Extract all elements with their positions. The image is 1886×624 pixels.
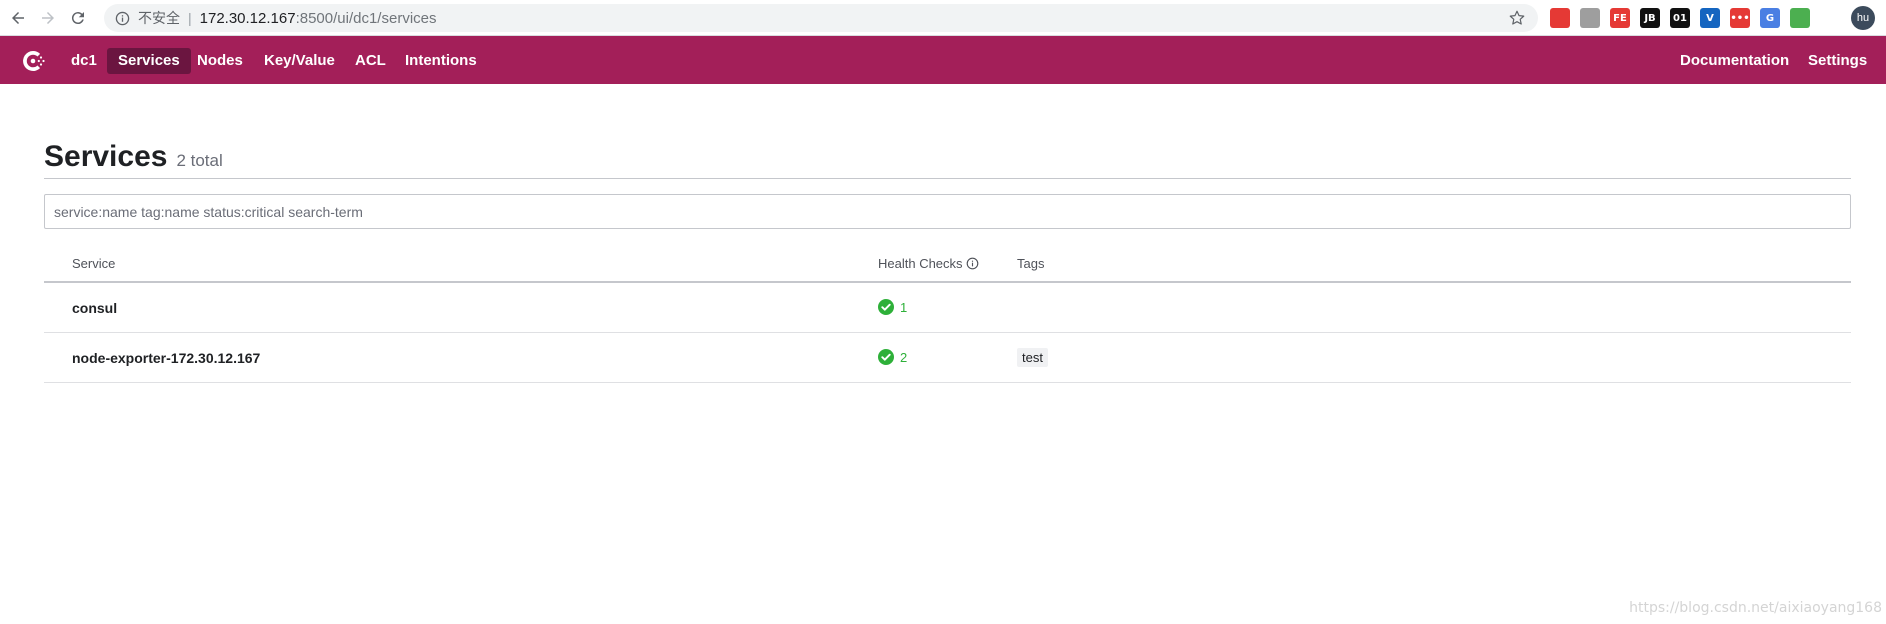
fe-helper-icon[interactable]: FE xyxy=(1610,8,1630,28)
reload-button[interactable] xyxy=(63,3,93,33)
column-header-service-label: Service xyxy=(72,256,116,271)
adblock-icon[interactable] xyxy=(1550,8,1570,28)
nav-acl[interactable]: ACL xyxy=(344,48,397,74)
column-header-tags: Tags xyxy=(1017,256,1044,271)
profile-avatar[interactable]: hu xyxy=(1851,6,1875,30)
consul-logo-icon[interactable] xyxy=(19,47,47,75)
title-divider xyxy=(44,178,1851,179)
arrow-left-icon xyxy=(12,11,24,24)
check-circle-icon xyxy=(878,299,894,315)
reload-icon xyxy=(71,11,84,24)
service-count: 2 total xyxy=(176,151,223,170)
health-check-passing: 1 xyxy=(878,299,907,315)
row-divider xyxy=(44,332,1851,333)
column-header-tags-label: Tags xyxy=(1017,256,1045,271)
column-header-service[interactable]: Service xyxy=(72,256,115,271)
consul-header: dc1 Services Nodes Key/Value ACL Intenti… xyxy=(0,36,1886,84)
home-extension-icon[interactable] xyxy=(1790,8,1810,28)
nav-intentions[interactable]: Intentions xyxy=(394,48,488,74)
info-icon[interactable] xyxy=(114,10,130,26)
health-check-count: 2 xyxy=(900,349,908,365)
forward-button[interactable] xyxy=(33,3,63,33)
bookmark-star-icon[interactable] xyxy=(1508,9,1526,27)
service-name-link[interactable]: consul xyxy=(72,300,117,316)
url-separator: | xyxy=(188,10,192,26)
translate-icon[interactable]: G xyxy=(1760,8,1780,28)
nav-nodes[interactable]: Nodes xyxy=(186,48,254,74)
arrow-right-icon xyxy=(42,11,54,24)
page-title: Services xyxy=(44,140,168,173)
nav-documentation[interactable]: Documentation xyxy=(1669,48,1800,74)
extensions-bar: FE JB 01 V ••• G xyxy=(1550,8,1810,28)
column-header-health[interactable]: Health Checks xyxy=(878,256,979,271)
service-name-link[interactable]: node-exporter-172.30.12.167 xyxy=(72,350,260,366)
nav-services[interactable]: Services xyxy=(107,48,191,74)
watermark: https://blog.csdn.net/aixiaoyang168 xyxy=(1629,600,1882,616)
nav-key-value[interactable]: Key/Value xyxy=(253,48,346,74)
search-input[interactable] xyxy=(44,194,1851,229)
table-header-divider xyxy=(44,281,1851,283)
back-button[interactable] xyxy=(3,3,33,33)
insecure-label: 不安全 xyxy=(138,10,180,26)
column-header-health-label: Health Checks xyxy=(878,256,963,271)
datacenter-selector[interactable]: dc1 xyxy=(60,48,108,74)
binary-icon[interactable]: 01 xyxy=(1670,8,1690,28)
jetbrains-icon[interactable]: JB xyxy=(1640,8,1660,28)
url-path: :8500/ui/dc1/services xyxy=(295,9,437,27)
vue-devtools-icon[interactable]: V xyxy=(1700,8,1720,28)
page-header: Services 2 total xyxy=(44,140,223,174)
browser-toolbar: 不安全 | 172.30.12.167 :8500/ui/dc1/service… xyxy=(0,0,1886,36)
dots-extension-icon[interactable]: ••• xyxy=(1730,8,1750,28)
service-tag: test xyxy=(1017,348,1048,367)
address-bar[interactable]: 不安全 | 172.30.12.167 :8500/ui/dc1/service… xyxy=(104,4,1538,32)
health-check-count: 1 xyxy=(900,299,908,315)
check-circle-icon xyxy=(878,349,894,365)
nav-settings[interactable]: Settings xyxy=(1797,48,1878,74)
row-divider xyxy=(44,382,1851,383)
network-tree-icon[interactable] xyxy=(1580,8,1600,28)
url-host: 172.30.12.167 xyxy=(199,9,296,27)
info-icon[interactable] xyxy=(966,257,979,270)
health-check-passing: 2 xyxy=(878,349,907,365)
